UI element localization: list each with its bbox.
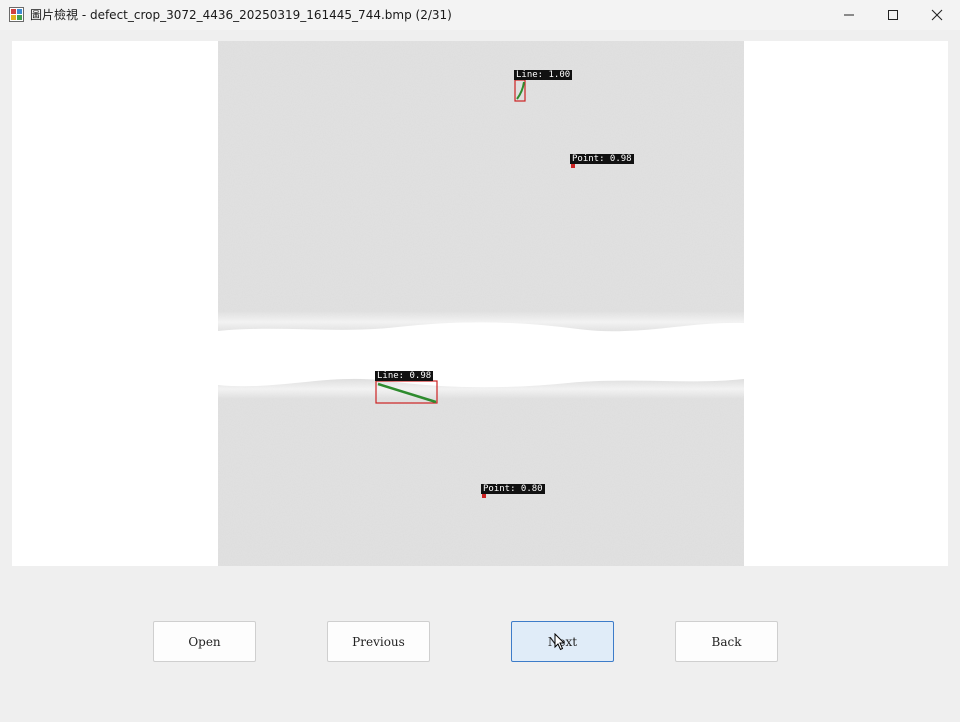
defect-image: Line: 1.00 Point: 0.98 Line: 0.98 Point:… — [218, 41, 744, 566]
detection-label: Line: 0.98 — [375, 371, 434, 381]
image-viewer-panel: Line: 1.00 Point: 0.98 Line: 0.98 Point:… — [12, 41, 948, 566]
open-button[interactable]: Open — [153, 621, 256, 662]
back-button[interactable]: Back — [675, 621, 778, 662]
close-button[interactable] — [914, 0, 960, 30]
band-glow-bottom — [218, 379, 744, 399]
detection-label: Point: 0.98 — [570, 154, 634, 164]
detection-label: Point: 0.80 — [481, 484, 545, 494]
image-viewer-window: 圖片檢視 - defect_crop_3072_4436_20250319_16… — [0, 0, 960, 722]
window-title: 圖片檢視 - defect_crop_3072_4436_20250319_16… — [30, 8, 452, 22]
detection-label: Line: 1.00 — [514, 70, 573, 80]
minimize-button[interactable] — [826, 0, 872, 30]
previous-button[interactable]: Previous — [327, 621, 430, 662]
minimize-icon — [844, 14, 854, 16]
close-icon — [931, 9, 943, 21]
maximize-icon — [888, 10, 898, 20]
maximize-button[interactable] — [870, 0, 916, 30]
mouse-pointer-icon — [554, 633, 566, 651]
app-window-icon — [9, 7, 24, 22]
title-bar[interactable]: 圖片檢視 - defect_crop_3072_4436_20250319_16… — [0, 0, 960, 30]
band-glow-top — [218, 311, 744, 333]
